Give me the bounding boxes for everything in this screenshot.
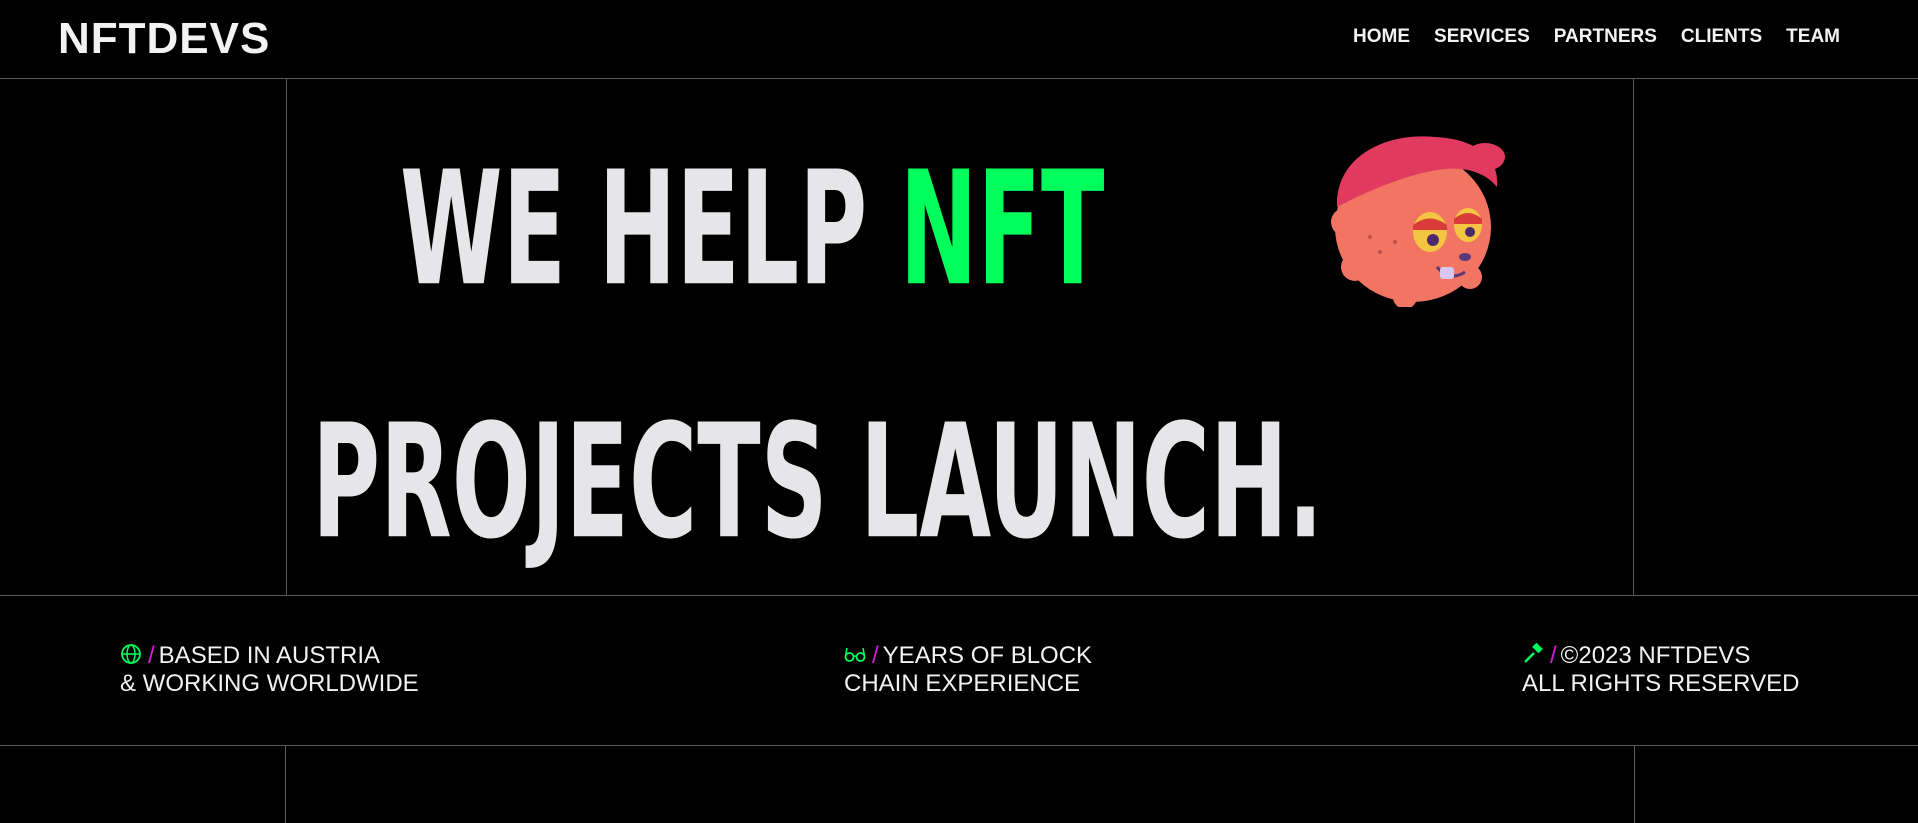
- info-copyright-line-1: ©2023 NFTDEVS: [1560, 642, 1751, 669]
- hero-headline-accent: NFT: [899, 138, 1105, 322]
- info-location: / BASED IN AUSTRIA & WORKING WORLDWIDE: [120, 642, 419, 698]
- grid-divider: [286, 79, 287, 596]
- info-row: / BASED IN AUSTRIA & WORKING WORLDWIDE / Y…: [0, 596, 1918, 746]
- info-copyright-line-2: ALL RIGHTS RESERVED: [1522, 670, 1800, 697]
- grid-divider: [285, 746, 286, 823]
- separator: /: [872, 642, 879, 669]
- nav-services[interactable]: SERVICES: [1434, 26, 1530, 48]
- site-header: NFTDEVS HOME SERVICES PARTNERS CLIENTS T…: [0, 0, 1918, 79]
- info-experience-line-2: CHAIN EXPERIENCE: [844, 670, 1081, 697]
- info-location-line-1: BASED IN AUSTRIA: [158, 642, 381, 669]
- main-nav: HOME SERVICES PARTNERS CLIENTS TEAM: [1353, 26, 1840, 48]
- nav-clients[interactable]: CLIENTS: [1681, 26, 1762, 48]
- hero-section: WE HELP NFT PROJECTS LAUNCH.: [0, 79, 1918, 596]
- globe-icon: [121, 644, 141, 664]
- grid-divider: [1634, 746, 1635, 823]
- cartoon-head-mascot-icon: [1331, 136, 1505, 307]
- hero-headline-line-2: PROJECTS LAUNCH.: [312, 391, 1324, 575]
- hero-headline-prefix: WE HELP: [400, 138, 900, 322]
- page: NFTDEVS HOME SERVICES PARTNERS CLIENTS T…: [0, 0, 1918, 823]
- grid-divider: [1633, 79, 1634, 596]
- info-copyright: / ©2023 NFTDEVS ALL RIGHTS RESERVED: [1522, 642, 1799, 698]
- hero-headline-line-1: WE HELP NFT: [400, 151, 1104, 309]
- site-logo[interactable]: NFTDEVS: [58, 14, 270, 64]
- info-experience-line-1: YEARS OF BLOCK: [882, 642, 1093, 669]
- separator: /: [148, 642, 155, 669]
- separator: /: [1550, 642, 1557, 669]
- hammer-icon: [1524, 643, 1543, 663]
- info-location-line-2: & WORKING WORLDWIDE: [120, 670, 419, 697]
- nav-partners[interactable]: PARTNERS: [1554, 26, 1657, 48]
- nav-home[interactable]: HOME: [1353, 26, 1410, 48]
- bottom-section: [0, 746, 1918, 823]
- nav-team[interactable]: TEAM: [1786, 26, 1840, 48]
- info-experience: / YEARS OF BLOCK CHAIN EXPERIENCE: [844, 642, 1092, 698]
- glasses-icon: [844, 647, 866, 662]
